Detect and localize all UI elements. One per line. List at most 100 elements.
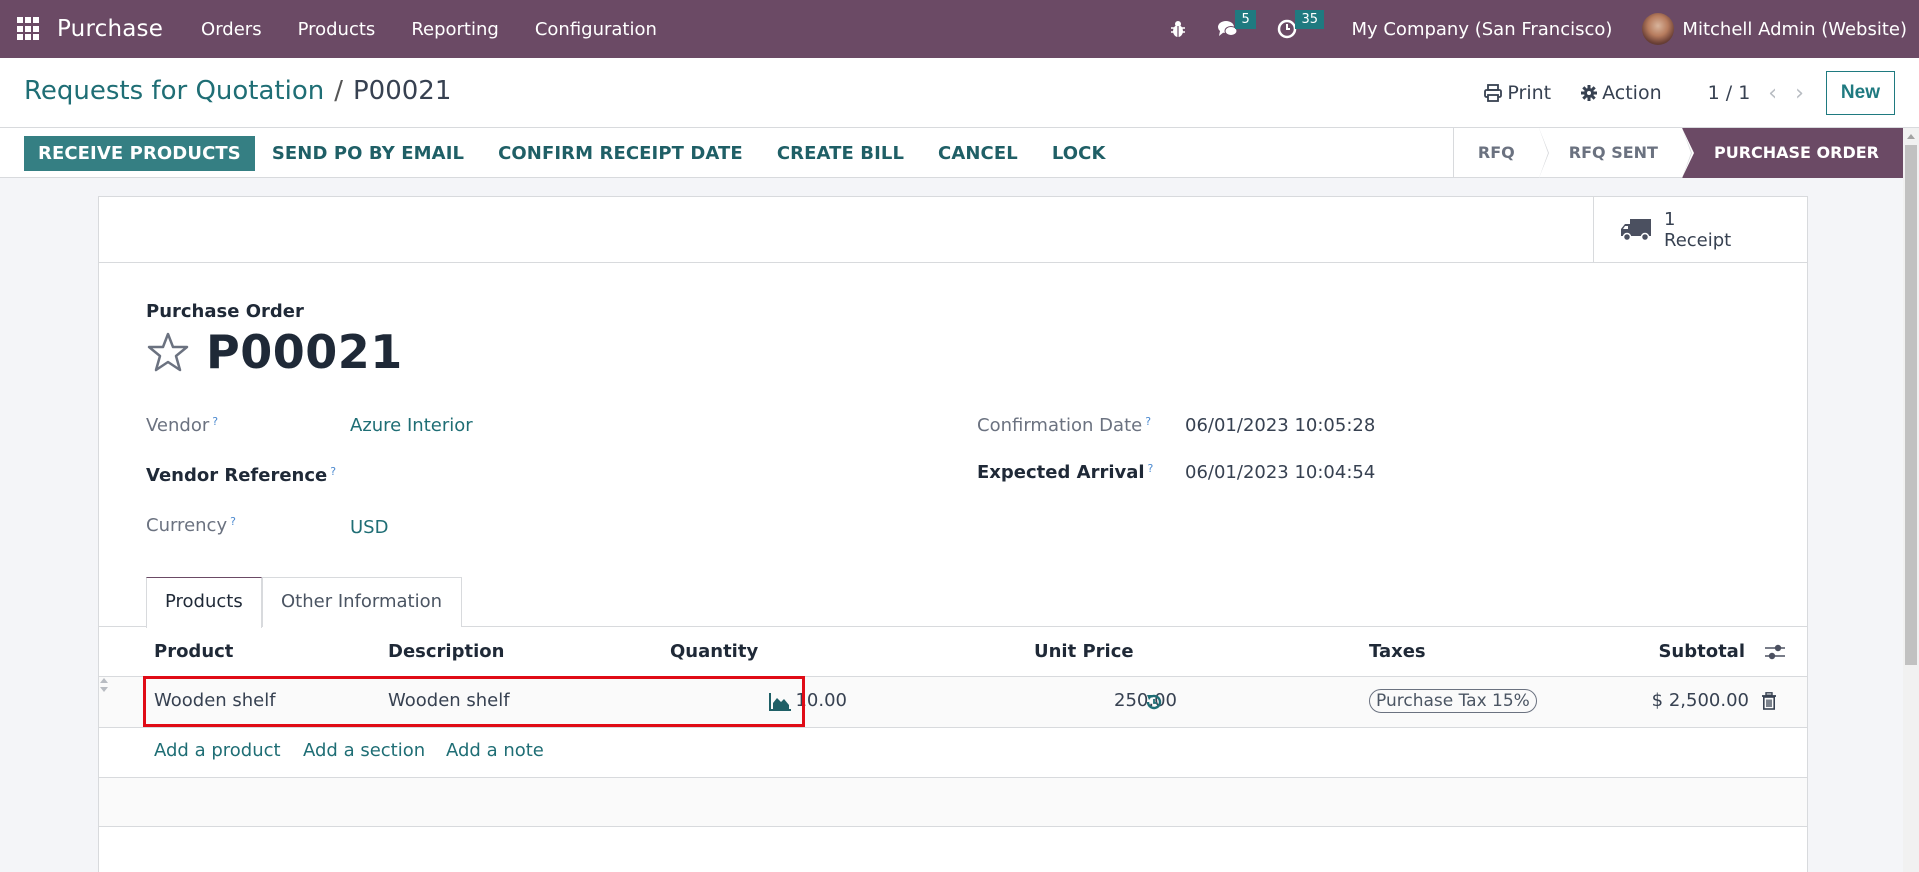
optional-columns-toggle-icon[interactable] (1765, 643, 1785, 661)
debug-bug-icon[interactable] (1169, 20, 1187, 38)
status-bar: RECEIVE PRODUCTS SEND PO BY EMAIL CONFIR… (0, 128, 1903, 178)
vendor-reference-field: Vendor Reference ? (146, 465, 336, 486)
forecast-chart-icon[interactable] (769, 693, 791, 711)
menu-products[interactable]: Products (298, 19, 376, 40)
expected-arrival-label: Expected Arrival (977, 462, 1145, 483)
control-panel-actions: Print Action 1 / 1 ‹ › New (1484, 70, 1895, 116)
top-navbar: Purchase Orders Products Reporting Confi… (0, 0, 1919, 58)
form-sheet: 1 Receipt Purchase Order P00021 Vendor ?… (98, 196, 1808, 872)
order-lines-table: Product Description Quantity Unit Price … (99, 627, 1807, 872)
status-stages: RFQ RFQ SENT PURCHASE ORDER (1452, 128, 1903, 178)
user-menu[interactable]: Mitchell Admin (Website) (1642, 13, 1907, 45)
action-button[interactable]: Action (1581, 82, 1662, 104)
add-product-link[interactable]: Add a product (154, 740, 281, 761)
pager-next-icon[interactable]: › (1795, 81, 1804, 106)
confirm-receipt-date-button[interactable]: CONFIRM RECEIPT DATE (481, 136, 760, 171)
receipt-label: Receipt (1664, 229, 1732, 251)
row-quantity[interactable]: 10.00 (795, 690, 847, 711)
vertical-scrollbar[interactable] (1903, 128, 1919, 872)
receipt-smart-text: 1 Receipt (1664, 209, 1731, 251)
form-title: P00021 (146, 325, 403, 379)
notebook-tabs: Products Other Information (99, 577, 1807, 628)
tax-tag[interactable]: Purchase Tax 15% (1369, 689, 1537, 713)
activities-button[interactable]: 35 (1277, 10, 1324, 39)
main-menu: Orders Products Reporting Configuration (183, 19, 675, 40)
vendor-help-icon[interactable]: ? (212, 415, 218, 436)
app-menu-grid-icon[interactable] (17, 17, 41, 41)
user-name: Mitchell Admin (Website) (1682, 18, 1907, 40)
table-row[interactable]: Wooden shelf Wooden shelf 10.00 250.00 P… (99, 677, 1807, 728)
company-switcher[interactable]: My Company (San Francisco) (1351, 19, 1612, 40)
confirmation-date-value: 06/01/2023 10:05:28 (1185, 415, 1376, 436)
vendor-reference-label: Vendor Reference (146, 465, 328, 486)
breadcrumb-rfq-link[interactable]: Requests for Quotation (24, 76, 324, 106)
menu-reporting[interactable]: Reporting (411, 19, 499, 40)
menu-orders[interactable]: Orders (201, 19, 262, 40)
currency-label: Currency (146, 515, 228, 536)
currency-help-icon[interactable]: ? (230, 515, 236, 536)
currency-field: Currency ? (146, 515, 236, 536)
user-avatar (1642, 13, 1675, 45)
tab-other-information[interactable]: Other Information (262, 577, 462, 627)
add-section-link[interactable]: Add a section (303, 740, 425, 761)
expected-arrival-help-icon[interactable]: ? (1148, 462, 1154, 483)
record-name: P00021 (206, 325, 403, 379)
tab-products[interactable]: Products (146, 577, 262, 628)
row-subtotal: $ 2,500.00 (1651, 690, 1749, 711)
column-description[interactable]: Description (388, 641, 504, 662)
expected-arrival-field: Expected Arrival ? (977, 462, 1153, 483)
messages-count-badge: 5 (1235, 10, 1256, 29)
confirmation-date-help-icon[interactable]: ? (1145, 415, 1151, 436)
clock-icon (1278, 19, 1297, 39)
app-name[interactable]: Purchase (57, 16, 163, 42)
stage-rfq[interactable]: RFQ (1454, 128, 1549, 178)
row-product[interactable]: Wooden shelf (154, 690, 276, 711)
expected-arrival-input[interactable]: 06/01/2023 10:04:54 (1185, 462, 1375, 483)
breadcrumb: Requests for Quotation / P00021 (24, 76, 451, 106)
vendor-value[interactable]: Azure Interior (350, 415, 473, 436)
navbar-systray: 5 35 My Company (San Francisco) Mitchell… (1169, 0, 1907, 58)
pager-previous-icon[interactable]: ‹ (1768, 81, 1777, 106)
column-taxes[interactable]: Taxes (1369, 641, 1426, 662)
currency-value[interactable]: USD (350, 517, 388, 538)
gear-icon (1581, 85, 1598, 101)
column-quantity[interactable]: Quantity (670, 641, 758, 662)
cancel-button[interactable]: CANCEL (921, 136, 1035, 171)
lock-button[interactable]: LOCK (1035, 136, 1123, 171)
action-label: Action (1602, 82, 1662, 104)
create-bill-button[interactable]: CREATE BILL (760, 136, 921, 171)
add-note-link[interactable]: Add a note (446, 740, 544, 761)
messages-button[interactable]: 5 (1217, 10, 1256, 39)
star-favorite-icon[interactable] (146, 331, 190, 373)
scroll-thumb[interactable] (1905, 145, 1917, 665)
row-description[interactable]: Wooden shelf (388, 690, 510, 711)
delete-trash-icon[interactable] (1762, 692, 1776, 710)
stage-purchase-order[interactable]: PURCHASE ORDER (1681, 128, 1903, 178)
control-panel: Requests for Quotation / P00021 Print Ac… (0, 58, 1919, 128)
header-actions: RECEIVE PRODUCTS SEND PO BY EMAIL CONFIR… (24, 136, 1123, 171)
breadcrumb-separator: / (334, 76, 343, 106)
pager-value[interactable]: 1 / 1 (1708, 82, 1751, 104)
vendor-reference-help-icon[interactable]: ? (330, 465, 336, 486)
vendor-label: Vendor (146, 415, 210, 436)
new-button[interactable]: New (1825, 71, 1895, 115)
send-po-by-email-button[interactable]: SEND PO BY EMAIL (255, 136, 481, 171)
stage-rfq-sent[interactable]: RFQ SENT (1539, 128, 1693, 178)
confirmation-date-label: Confirmation Date (977, 415, 1143, 436)
table-header: Product Description Quantity Unit Price … (99, 627, 1807, 677)
confirmation-date-field: Confirmation Date ? (977, 415, 1151, 436)
receive-products-button[interactable]: RECEIVE PRODUCTS (24, 136, 255, 171)
add-line-row: Add a product Add a section Add a note (99, 728, 1807, 778)
print-label: Print (1507, 82, 1552, 104)
print-button[interactable]: Print (1484, 82, 1551, 104)
column-subtotal[interactable]: Subtotal (1658, 641, 1745, 662)
reset-price-history-icon[interactable] (1145, 693, 1163, 711)
scroll-up-arrow-icon[interactable] (1907, 134, 1915, 139)
vendor-reference-input[interactable] (350, 465, 650, 489)
empty-row (99, 827, 1807, 872)
drag-handle-icon[interactable] (99, 677, 109, 693)
column-unit-price[interactable]: Unit Price (1034, 641, 1134, 662)
receipt-smart-button[interactable]: 1 Receipt (1593, 197, 1807, 262)
menu-configuration[interactable]: Configuration (535, 19, 657, 40)
column-product[interactable]: Product (154, 641, 233, 662)
